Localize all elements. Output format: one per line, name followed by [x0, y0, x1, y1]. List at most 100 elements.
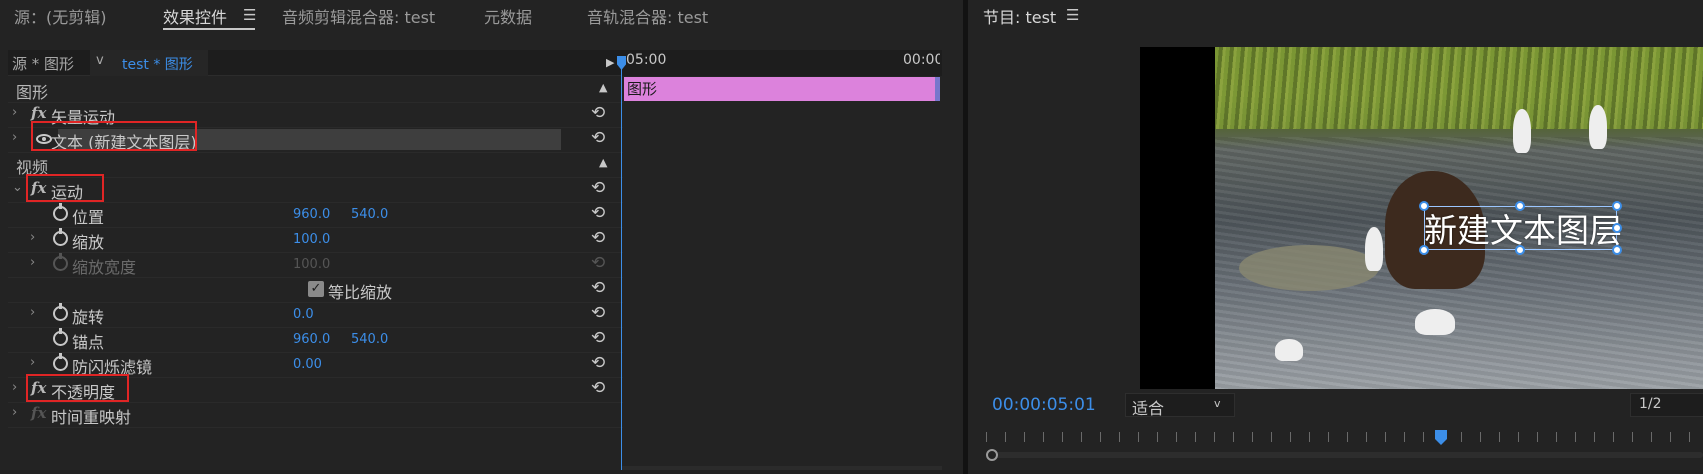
reset-icon[interactable]: ⟲: [591, 303, 605, 323]
highlight-box: [31, 121, 197, 151]
twirl-right-icon[interactable]: ›: [12, 105, 17, 120]
tab-effect-controls[interactable]: 效果控件: [163, 4, 227, 28]
reset-icon[interactable]: ⟲: [591, 128, 605, 148]
scale-width-value: 100.0: [293, 257, 331, 272]
zoom-scroll-handle[interactable]: [986, 449, 998, 461]
collapse-caret-icon[interactable]: ▲: [599, 156, 607, 169]
collapse-caret-icon[interactable]: ▲: [599, 81, 607, 94]
effect-opacity[interactable]: › fx 不透明度 ⟲: [8, 374, 623, 403]
tab-source[interactable]: 源：(无剪辑): [14, 4, 107, 28]
graphic-clip-bar[interactable]: 图形: [624, 77, 940, 101]
tab-audio-track-mixer[interactable]: 音轨混合器: test: [587, 4, 708, 28]
reset-icon[interactable]: ⟲: [591, 228, 605, 248]
show-timeline-toggle-icon[interactable]: ▶: [606, 56, 614, 69]
anti-flicker-value[interactable]: 0.00: [293, 357, 322, 372]
twirl-right-icon[interactable]: ›: [12, 405, 17, 420]
playhead-line[interactable]: [621, 58, 622, 470]
seagull: [1589, 105, 1607, 149]
tab-metadata[interactable]: 元数据: [484, 4, 532, 28]
transform-handle[interactable]: [1419, 201, 1429, 211]
overlay-text[interactable]: 新建文本图层: [1424, 204, 1622, 252]
twirl-right-icon[interactable]: ›: [30, 305, 35, 320]
property-name: 缩放宽度: [72, 258, 137, 277]
reset-icon[interactable]: ⟲: [591, 353, 605, 373]
transform-handle[interactable]: [1515, 245, 1525, 255]
program-playhead[interactable]: [1435, 430, 1447, 445]
reset-icon[interactable]: ⟲: [591, 278, 605, 298]
left-tab-bar: 源：(无剪辑) 效果控件 ☰ 音频剪辑混合器: test 元数据 音轨混合器: …: [0, 0, 963, 32]
stopwatch-icon[interactable]: [53, 353, 68, 371]
property-name: 等比缩放: [328, 283, 393, 302]
anchor-x-value[interactable]: 960.0: [293, 332, 330, 347]
fx-icon[interactable]: fx: [31, 104, 46, 122]
chevron-down-icon: v: [96, 53, 104, 68]
transform-handle[interactable]: [1419, 245, 1429, 255]
resolution-label: 1/2: [1639, 396, 1662, 412]
twirl-down-icon[interactable]: ⌄: [12, 180, 23, 195]
timeline-scrollbar[interactable]: [622, 466, 942, 470]
program-monitor-title[interactable]: 节目: test: [983, 4, 1056, 28]
program-timecode[interactable]: 00:00:05:01: [992, 395, 1096, 415]
ruler-end-time: 00:00:: [903, 52, 940, 68]
reset-icon[interactable]: ⟲: [591, 178, 605, 198]
effect-name: 时间重映射: [51, 408, 132, 427]
twirl-right-icon: ›: [30, 255, 36, 270]
uniform-scale-checkbox[interactable]: ✓: [308, 281, 324, 297]
stopwatch-icon: [53, 253, 68, 271]
highlight-box: [26, 374, 129, 402]
seagull: [1415, 309, 1455, 335]
scale-value[interactable]: 100.0: [293, 232, 330, 247]
stopwatch-icon[interactable]: [53, 303, 68, 321]
reset-icon[interactable]: ⟲: [591, 203, 605, 223]
effect-text-layer[interactable]: › 文本 (新建文本图层) ⟲: [8, 121, 623, 153]
zoom-fit-dropdown[interactable]: 适合 v: [1125, 393, 1235, 418]
position-x-value[interactable]: 960.0: [293, 207, 330, 222]
property-name: 位置: [72, 208, 105, 227]
twirl-right-icon[interactable]: ›: [30, 230, 35, 245]
program-monitor-panel: 节目: test ☰ 新建文本图层 00:00:05:01 适合 v 1/2: [968, 0, 1703, 474]
zoom-scrollbar[interactable]: [992, 452, 1703, 458]
rotation-value[interactable]: 0.0: [293, 307, 314, 322]
twirl-right-icon[interactable]: ›: [30, 355, 35, 370]
transform-handle[interactable]: [1515, 201, 1525, 211]
transform-handle[interactable]: [1612, 245, 1622, 255]
source-clip-label: 源 * 图形: [12, 55, 75, 73]
effect-motion[interactable]: ⌄ fx 运动 ⟲: [8, 174, 623, 203]
property-name: 缩放: [72, 233, 105, 252]
effect-timeline[interactable]: 05:00 00:00: 图形: [622, 50, 942, 470]
stopwatch-icon[interactable]: [53, 203, 68, 221]
property-scale[interactable]: › 缩放 100.0 ⟲: [8, 227, 623, 253]
highlight-box: [26, 174, 104, 202]
property-uniform-scale[interactable]: ✓ 等比缩放 ⟲: [8, 277, 623, 303]
reset-icon[interactable]: ⟲: [591, 103, 605, 123]
twirl-right-icon[interactable]: ›: [12, 380, 17, 395]
twirl-right-icon[interactable]: ›: [12, 130, 17, 145]
grass-background: [1215, 47, 1703, 129]
transform-handle[interactable]: [1612, 201, 1622, 211]
stopwatch-icon[interactable]: [53, 228, 68, 246]
property-position[interactable]: 位置 960.0 540.0 ⟲: [8, 202, 623, 228]
property-rotation[interactable]: › 旋转 0.0 ⟲: [8, 302, 623, 328]
reset-icon[interactable]: ⟲: [591, 378, 605, 398]
property-anchor-point[interactable]: 锚点 960.0 540.0 ⟲: [8, 327, 623, 353]
video-frame[interactable]: 新建文本图层: [1215, 47, 1703, 389]
section-graphic: 图形 ▲: [8, 77, 623, 103]
ruler-start-time: 05:00: [626, 52, 667, 68]
seagull: [1275, 339, 1303, 361]
anchor-y-value[interactable]: 540.0: [351, 332, 388, 347]
effect-time-remap[interactable]: › fx 时间重映射: [8, 402, 623, 428]
zoom-fit-label: 适合: [1132, 399, 1165, 418]
tab-audio-clip-mixer[interactable]: 音频剪辑混合器: test: [282, 4, 435, 28]
stopwatch-icon[interactable]: [53, 328, 68, 346]
clip-selector-dropdown[interactable]: v test * 图形: [90, 50, 208, 76]
section-title: 图形: [16, 83, 49, 102]
transform-handle[interactable]: [1612, 223, 1622, 233]
program-time-ruler[interactable]: [986, 432, 1703, 442]
position-y-value[interactable]: 540.0: [351, 207, 388, 222]
timeline-ruler[interactable]: 05:00 00:00:: [622, 50, 942, 76]
effect-controls-menu-icon[interactable]: ☰: [243, 6, 256, 24]
reset-icon[interactable]: ⟲: [591, 328, 605, 348]
resolution-dropdown[interactable]: 1/2: [1630, 393, 1703, 417]
clip-label: 图形: [627, 80, 658, 98]
program-menu-icon[interactable]: ☰: [1066, 6, 1079, 24]
